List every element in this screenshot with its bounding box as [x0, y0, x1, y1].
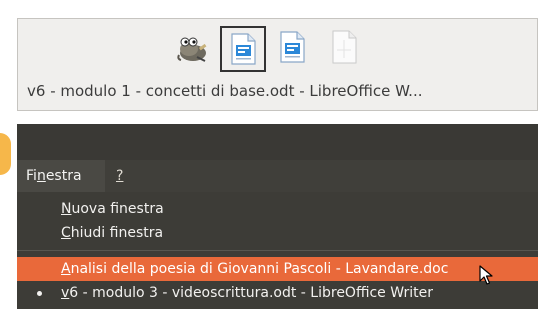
- menu-item-window-lavandare[interactable]: Analisi della poesia di Giovanni Pascoli…: [17, 257, 538, 281]
- menubar-top-strip: [17, 124, 538, 160]
- menu-finestra-prefix: Fi: [26, 168, 37, 184]
- menu-item-chiudi-finestra[interactable]: Chiudi finestra: [17, 221, 538, 245]
- menu-item-label: hiudi finestra: [70, 225, 164, 241]
- menu-item-label: 6 - modulo 3 - videoscrittura.odt - Libr…: [69, 285, 433, 301]
- window-switcher: v6 - modulo 1 - concetti di base.odt - L…: [17, 18, 538, 111]
- menu-separator: [17, 250, 538, 251]
- window-menu-screenshot: Finestra ? Nuova finestra Chiudi finestr…: [17, 124, 538, 309]
- menu-finestra-mnemonic: n: [36, 168, 46, 184]
- menu-item-window-videoscrittura[interactable]: v6 - modulo 3 - videoscrittura.odt - Lib…: [17, 281, 538, 305]
- finestra-dropdown: Nuova finestra Chiudi finestra Analisi d…: [17, 192, 538, 309]
- menu-item-label: uova finestra: [71, 201, 164, 217]
- switcher-window-title: v6 - modulo 1 - concetti di base.odt - L…: [27, 82, 423, 100]
- mouse-pointer-icon: [479, 265, 493, 285]
- menu-item-nuova-finestra[interactable]: Nuova finestra: [17, 197, 538, 221]
- menu-help[interactable]: ?: [116, 160, 123, 192]
- mnemonic: C: [61, 225, 71, 241]
- switcher-icons: [18, 26, 537, 72]
- mnemonic: A: [61, 261, 71, 277]
- menu-finestra-suffix: estra: [45, 168, 82, 184]
- menu-item-label: nalisi della poesia di Giovanni Pascoli …: [70, 261, 449, 277]
- writer-document-icon-selected[interactable]: [220, 26, 266, 72]
- mnemonic: N: [61, 201, 72, 217]
- menubar: Finestra ?: [17, 160, 538, 192]
- active-window-bullet-icon: [37, 291, 42, 296]
- accent-tab: [0, 133, 11, 175]
- blank-document-icon[interactable]: [322, 26, 368, 72]
- gimp-icon[interactable]: [168, 26, 214, 72]
- menu-finestra[interactable]: Finestra: [17, 160, 105, 192]
- writer-document-icon[interactable]: [271, 26, 317, 72]
